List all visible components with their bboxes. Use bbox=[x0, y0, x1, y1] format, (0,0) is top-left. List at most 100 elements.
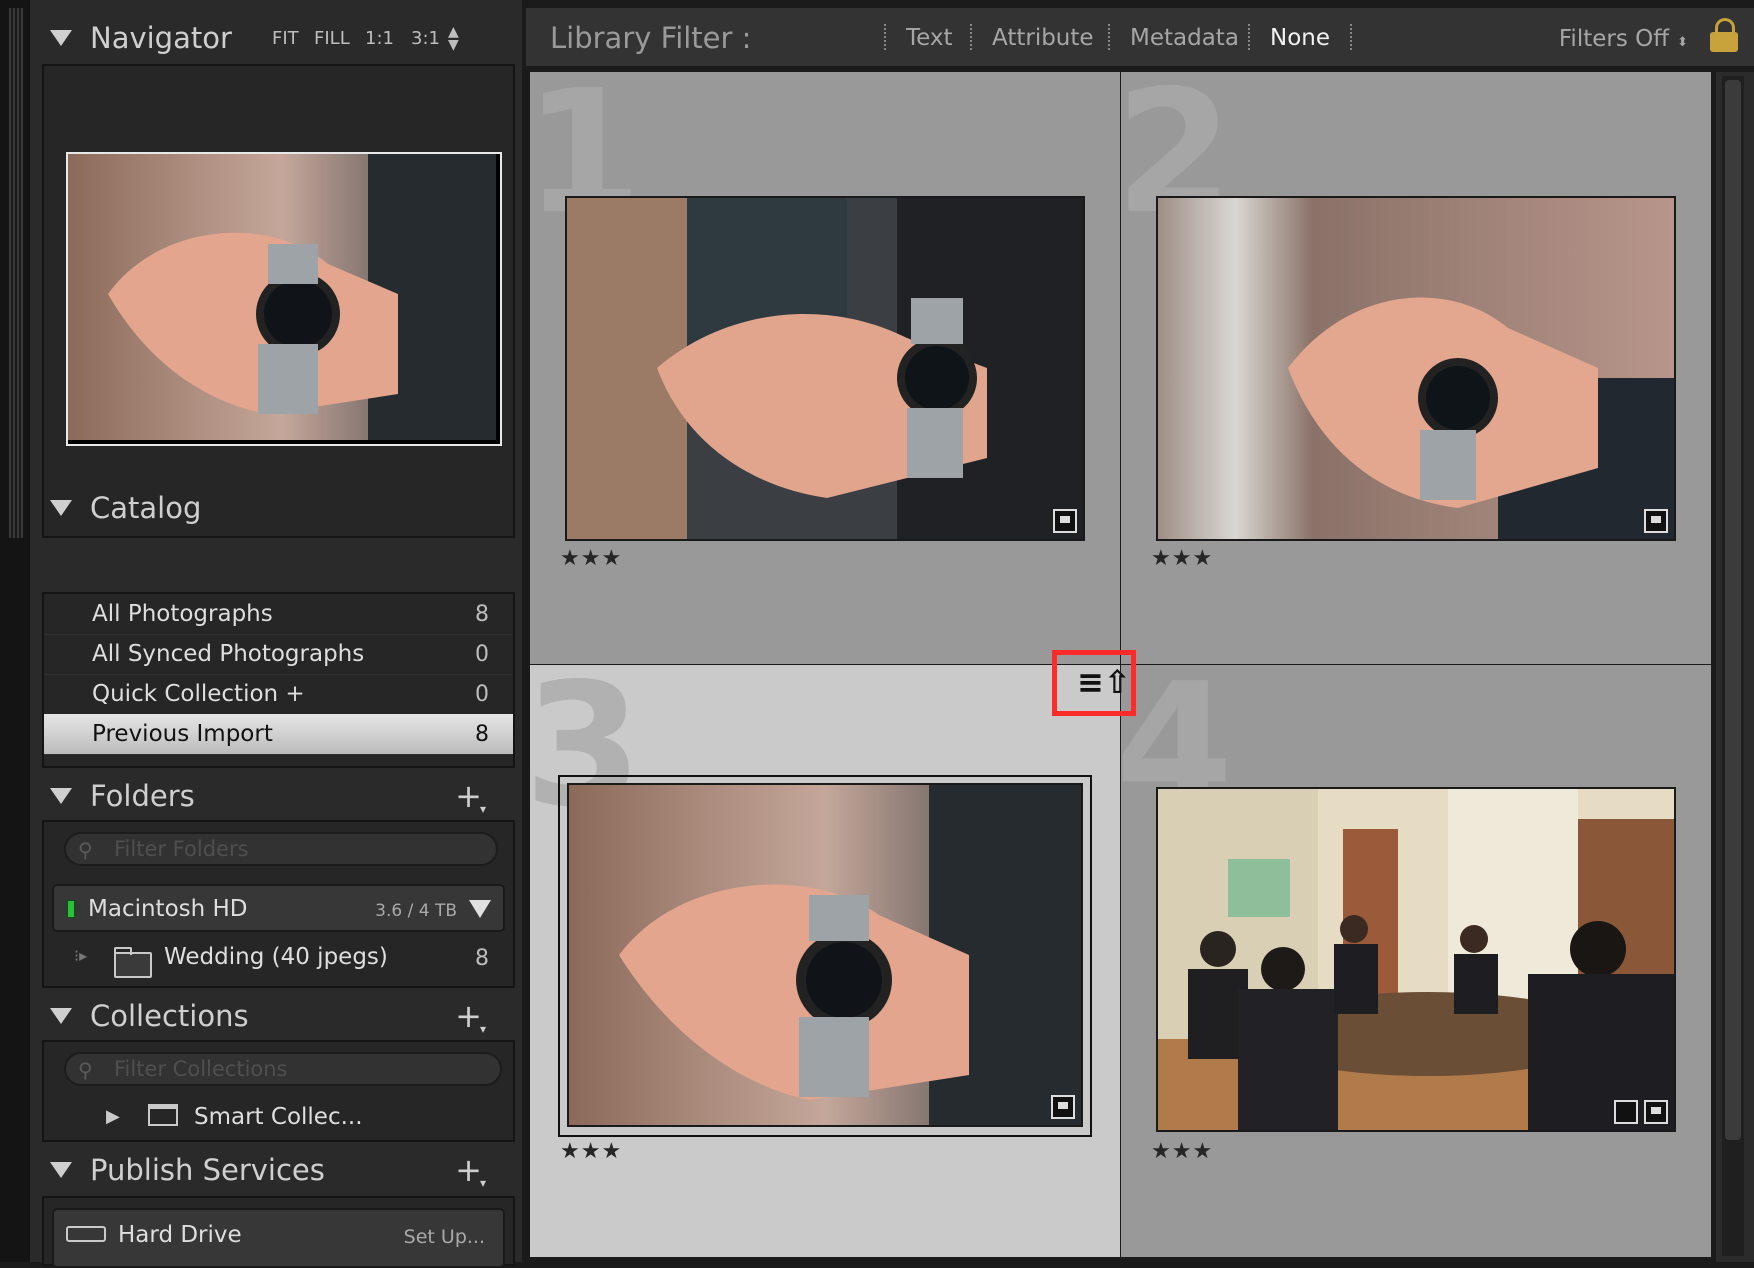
catalog-header[interactable]: Catalog bbox=[30, 478, 522, 538]
grid-cell-1[interactable]: 1 ★★★ bbox=[530, 72, 1120, 664]
sort-arrow-up-icon: ≡⇧ bbox=[1077, 663, 1131, 701]
filter-separator bbox=[970, 24, 972, 50]
star-rating[interactable]: ★★★ bbox=[1151, 1139, 1213, 1164]
add-folder-button[interactable]: +▾ bbox=[455, 780, 488, 815]
search-icon: ⚲ bbox=[78, 1058, 93, 1082]
filter-tab-attribute[interactable]: Attribute bbox=[992, 25, 1094, 51]
grid-cell-3[interactable]: 3 ★★★ bbox=[530, 665, 1120, 1257]
catalog-item-count: 0 bbox=[475, 681, 489, 707]
grid-scrollbar[interactable] bbox=[1716, 72, 1754, 1262]
lock-icon[interactable] bbox=[1710, 18, 1738, 54]
filter-tab-text[interactable]: Text bbox=[906, 25, 953, 51]
filter-tab-metadata[interactable]: Metadata bbox=[1130, 25, 1239, 51]
catalog-item-label: Previous Import bbox=[92, 721, 273, 747]
zoom-fill[interactable]: FILL bbox=[314, 28, 350, 49]
collapse-triangle-icon[interactable] bbox=[50, 1162, 72, 1178]
scrollbar-thumb[interactable] bbox=[1725, 80, 1741, 1140]
catalog-item-quick-collection[interactable]: Quick Collection + 0 bbox=[44, 674, 513, 715]
volume-status-led bbox=[67, 900, 75, 918]
set-up-button[interactable]: Set Up... bbox=[404, 1226, 485, 1248]
grip-bars bbox=[9, 8, 23, 538]
filter-folders-input[interactable]: ⚲ Filter Folders bbox=[64, 832, 498, 866]
filters-off-label: Filters Off bbox=[1558, 26, 1670, 52]
filters-off-dropdown[interactable]: Filters Off ⬍ bbox=[1559, 26, 1688, 52]
collections-panel: ⚲ Filter Collections ▶ Smart Collec... bbox=[42, 1040, 515, 1142]
metadata-badge-icon[interactable] bbox=[1644, 509, 1668, 533]
collections-header[interactable]: Collections +▾ bbox=[30, 986, 522, 1046]
publish-panel: Hard Drive Set Up... bbox=[42, 1196, 515, 1268]
star-rating[interactable]: ★★★ bbox=[1151, 546, 1213, 571]
folder-count: 8 bbox=[475, 946, 489, 971]
catalog-item-all-photographs[interactable]: All Photographs 8 bbox=[44, 594, 513, 635]
filter-collections-placeholder: Filter Collections bbox=[114, 1057, 288, 1081]
catalog-item-count: 8 bbox=[475, 721, 489, 747]
zoom-3-1[interactable]: 3:1 bbox=[411, 28, 440, 49]
metadata-badge-icon[interactable] bbox=[1644, 1100, 1668, 1124]
watch-photo-image bbox=[1158, 198, 1674, 539]
folders-header[interactable]: Folders +▾ bbox=[30, 766, 522, 826]
grid-cell-4[interactable]: 4 ★★★ bbox=[1121, 665, 1711, 1257]
publish-row-hard-drive[interactable]: Hard Drive Set Up... bbox=[52, 1208, 505, 1268]
folders-title: Folders bbox=[90, 779, 195, 813]
navigator-photo[interactable] bbox=[66, 152, 502, 446]
navigator-preview[interactable] bbox=[42, 64, 515, 538]
catalog-item-previous-import[interactable]: Previous Import 8 bbox=[44, 714, 513, 755]
folder-icon bbox=[114, 947, 152, 978]
filter-separator bbox=[1248, 24, 1250, 50]
filter-folders-placeholder: Filter Folders bbox=[114, 837, 249, 861]
collection-label: Smart Collec... bbox=[194, 1104, 363, 1130]
folder-label: Wedding (40 jpegs) bbox=[164, 944, 388, 970]
panel-collapse-grip[interactable] bbox=[0, 0, 31, 1262]
watch-photo-image bbox=[567, 198, 1083, 539]
meeting-room-photo-image bbox=[1158, 789, 1674, 1130]
collapse-triangle-icon[interactable] bbox=[50, 30, 72, 46]
catalog-item-count: 8 bbox=[475, 601, 489, 627]
zoom-1-1[interactable]: 1:1 bbox=[365, 28, 394, 49]
filter-collections-input[interactable]: ⚲ Filter Collections bbox=[64, 1052, 502, 1086]
star-rating[interactable]: ★★★ bbox=[560, 546, 622, 571]
grid-cell-2[interactable]: 2 ★★★ bbox=[1121, 72, 1711, 664]
catalog-item-all-synced-photographs[interactable]: All Synced Photographs 0 bbox=[44, 634, 513, 675]
catalog-item-count: 0 bbox=[475, 641, 489, 667]
zoom-stepper-icon[interactable]: ▲ ▼ bbox=[448, 25, 459, 52]
keyword-badge-icon[interactable] bbox=[1614, 1100, 1638, 1124]
folder-row-wedding[interactable]: ⁝▸ Wedding (40 jpegs) 8 bbox=[44, 934, 513, 984]
left-panel: Navigator FIT FILL 1:1 3:1 ▲ ▼ Catalog A… bbox=[30, 0, 522, 1268]
library-filter-bar: Library Filter : Text Attribute Metadata… bbox=[526, 8, 1754, 68]
collection-row-smart[interactable]: ▶ Smart Collec... bbox=[44, 1096, 513, 1140]
collapse-triangle-icon[interactable] bbox=[50, 1008, 72, 1024]
photo-thumbnail[interactable] bbox=[565, 196, 1085, 541]
photo-thumbnail[interactable] bbox=[1156, 196, 1676, 541]
photo-thumbnail[interactable] bbox=[1156, 787, 1676, 1132]
star-rating[interactable]: ★★★ bbox=[560, 1139, 622, 1164]
catalog-title: Catalog bbox=[90, 491, 202, 525]
add-collection-button[interactable]: +▾ bbox=[455, 1000, 488, 1035]
folders-panel: ⚲ Filter Folders Macintosh HD 3.6 / 4 TB… bbox=[42, 820, 515, 988]
add-publish-service-button[interactable]: +▾ bbox=[455, 1154, 488, 1189]
photo-thumbnail[interactable] bbox=[567, 783, 1083, 1127]
smart-collection-icon bbox=[148, 1104, 178, 1126]
photo-grid: 1 ★★★ 2 ★★★ 3 ★★★ 4 ★★★ ≡⇧ bbox=[530, 72, 1716, 1262]
volume-macintosh-hd[interactable]: Macintosh HD 3.6 / 4 TB bbox=[52, 884, 505, 932]
filter-tab-none[interactable]: None bbox=[1270, 25, 1330, 51]
publish-services-header[interactable]: Publish Services +▾ bbox=[30, 1140, 522, 1200]
catalog-item-label: All Photographs bbox=[92, 601, 273, 627]
navigator-title: Navigator bbox=[90, 21, 232, 55]
metadata-badge-icon[interactable] bbox=[1051, 1095, 1075, 1119]
collapse-triangle-icon[interactable] bbox=[50, 788, 72, 804]
volume-capacity: 3.6 / 4 TB bbox=[375, 901, 457, 921]
expand-triangle-icon[interactable]: ▶ bbox=[106, 1106, 120, 1127]
zoom-fit[interactable]: FIT bbox=[272, 28, 299, 49]
folder-expand-icon[interactable]: ⁝▸ bbox=[74, 946, 87, 965]
metadata-badge-icon[interactable] bbox=[1053, 509, 1077, 533]
search-icon: ⚲ bbox=[78, 838, 93, 862]
watch-photo-image bbox=[569, 785, 1081, 1125]
volume-expand-icon[interactable] bbox=[469, 900, 491, 918]
publish-item-label: Hard Drive bbox=[118, 1222, 242, 1248]
collapse-triangle-icon[interactable] bbox=[50, 500, 72, 516]
sort-direction-button[interactable]: ≡⇧ bbox=[1052, 650, 1136, 716]
watch-photo-image bbox=[68, 154, 496, 440]
catalog-item-label: All Synced Photographs bbox=[92, 641, 365, 667]
collections-title: Collections bbox=[90, 999, 249, 1033]
filter-separator bbox=[884, 24, 886, 50]
